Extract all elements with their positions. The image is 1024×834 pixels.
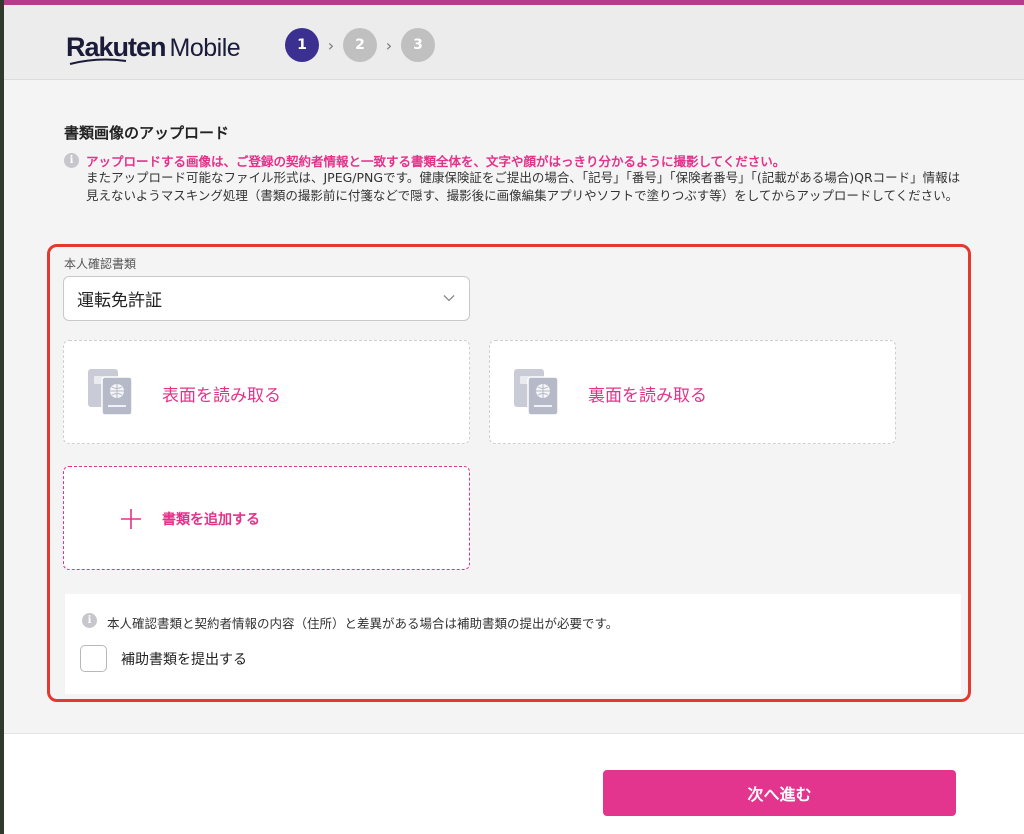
step-arrow-icon: › [385,35,393,55]
footer: 次へ進む [4,733,1024,834]
logo-swoosh-icon [69,58,127,65]
document-type-value: 運転免許証 [77,291,162,311]
supplementary-notice: 本人確認書類と契約者情報の内容（住所）と差異がある場合は補助書類の提出が必要です… [107,616,619,631]
next-button[interactable]: 次へ進む [603,770,956,816]
upload-notice-body: またアップロード可能なファイル形式は、JPEG/PNGです。健康保険証をご提出の… [86,170,961,203]
chevron-down-icon [443,295,455,302]
header: Rakuten Mobile 1 › 2 › 3 [4,5,1024,80]
document-type-select[interactable]: 運転免許証 [63,276,470,321]
logo-brand-sub: Mobile [169,34,241,62]
supplementary-panel: i 本人確認書類と契約者情報の内容（住所）と差異がある場合は補助書類の提出が必要… [65,594,961,694]
step-indicator: 1 › 2 › 3 [285,28,435,62]
app-frame: Rakuten Mobile 1 › 2 › 3 書類画像のアップロード i ア… [4,0,1024,834]
scan-back-label: 裏面を読み取る [588,386,707,406]
add-document-button[interactable]: 書類を追加する [63,466,470,570]
upload-section-title: 書類画像のアップロード [64,124,230,142]
add-document-label: 書類を追加する [162,512,260,528]
supplementary-checkbox[interactable] [80,645,107,672]
info-icon: i [64,153,79,168]
id-document-icon [514,369,559,416]
main-content: 書類画像のアップロード i アップロードする画像は、ご登録の契約者情報と一致する… [8,92,1012,732]
content-panel: 書類画像のアップロード i アップロードする画像は、ご登録の契約者情報と一致する… [8,92,1012,732]
step-arrow-icon: › [327,35,335,55]
id-document-icon [88,369,133,416]
scan-back-button[interactable]: 裏面を読み取る [489,340,896,444]
document-type-label: 本人確認書類 [64,257,137,271]
step-2: 2 [343,28,377,62]
supplementary-checkbox-label[interactable]: 補助書類を提出する [121,649,247,669]
upload-notice-highlight: アップロードする画像は、ご登録の契約者情報と一致する書類全体を、文字や顔がはっき… [86,154,786,169]
step-3: 3 [401,28,435,62]
step-1: 1 [285,28,319,62]
info-icon: i [82,613,97,628]
plus-icon [121,509,141,529]
scan-front-button[interactable]: 表面を読み取る [63,340,470,444]
rakuten-mobile-logo[interactable]: Rakuten Mobile [66,29,241,65]
scan-front-label: 表面を読み取る [162,386,281,406]
